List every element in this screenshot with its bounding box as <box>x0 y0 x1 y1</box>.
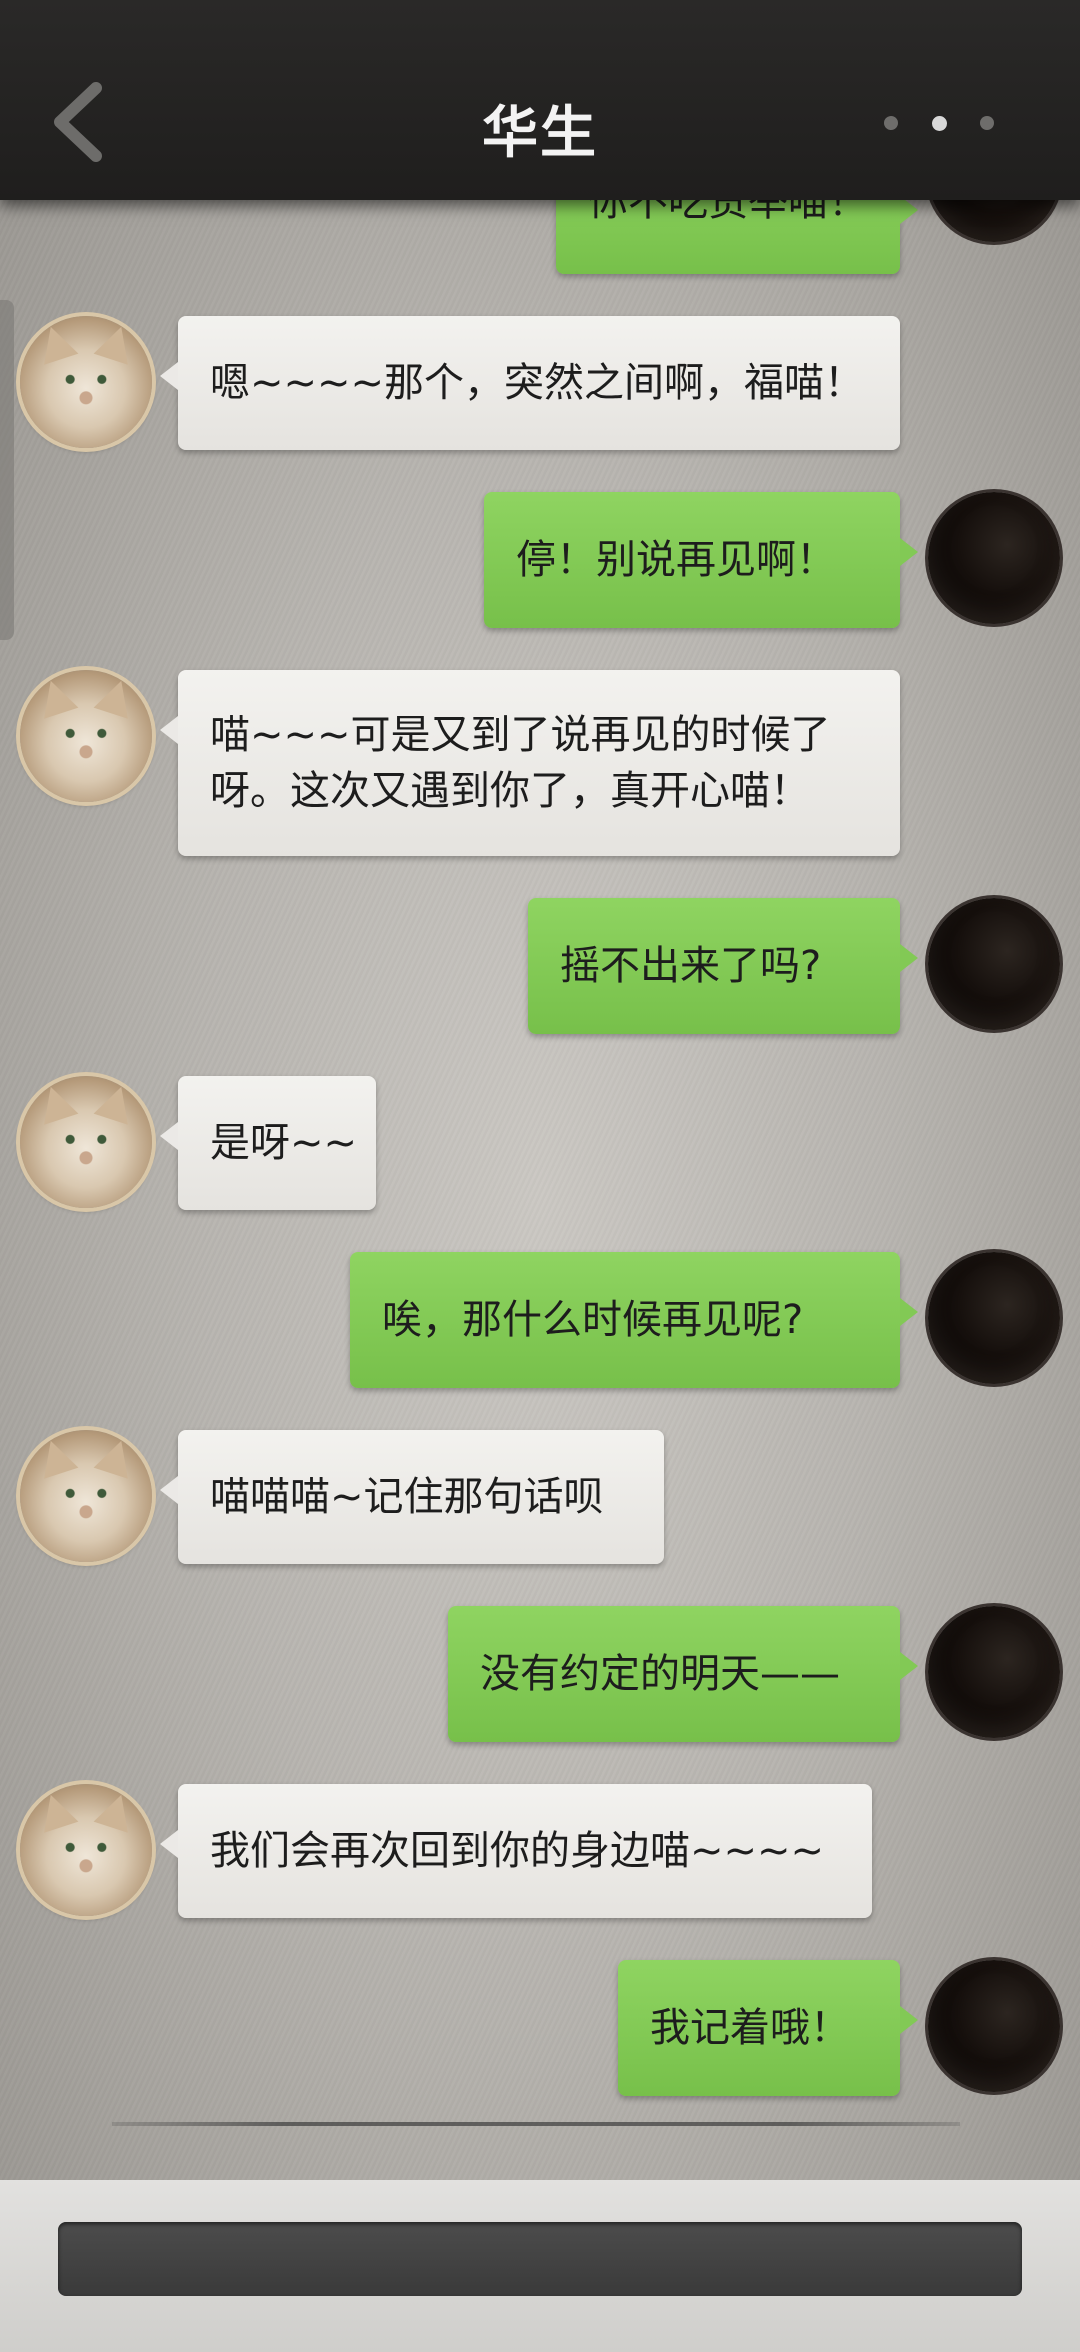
message-text: 我们会再次回到你的身边喵~~~~ <box>210 1828 825 1874</box>
incoming-message-bubble[interactable]: 是呀~~ <box>160 1076 376 1210</box>
my-avatar[interactable] <box>928 1606 1060 1738</box>
cat-avatar[interactable] <box>20 670 152 802</box>
outgoing-message-bubble[interactable]: 停！别说再见啊！ <box>484 492 918 628</box>
composer-bar <box>0 2180 1080 2352</box>
incoming-message-bubble[interactable]: 我们会再次回到你的身边喵~~~~ <box>160 1784 872 1918</box>
message-text: 喵~~~可是又到了说再见的时候了呀。这次又遇到你了，真开心喵！ <box>210 712 831 814</box>
outgoing-message-bubble[interactable]: 摇不出来了吗? <box>528 898 918 1034</box>
my-avatar[interactable] <box>928 1252 1060 1384</box>
my-avatar[interactable] <box>928 1960 1060 2092</box>
incoming-message-bubble[interactable]: 喵~~~可是又到了说再见的时候了呀。这次又遇到你了，真开心喵！ <box>160 670 900 856</box>
incoming-message-bubble[interactable]: 喵喵喵~记住那句话呗 <box>160 1430 664 1564</box>
my-avatar[interactable] <box>928 898 1060 1030</box>
message-text: 嗯~~~~那个，突然之间啊，福喵！ <box>210 360 865 406</box>
my-avatar[interactable] <box>928 492 1060 624</box>
top-navigation-bar: 华生 <box>0 0 1080 200</box>
outgoing-message-bubble[interactable]: 没有约定的明天—— <box>448 1606 918 1742</box>
more-horizontal-icon-dot <box>980 116 994 130</box>
more-options-button[interactable] <box>884 108 994 138</box>
message-text: 是呀~~ <box>210 1120 358 1166</box>
incoming-message-bubble[interactable]: 嗯~~~~那个，突然之间啊，福喵！ <box>160 316 900 450</box>
cat-avatar[interactable] <box>20 1430 152 1562</box>
chat-end-divider <box>112 2122 960 2126</box>
message-text: 没有约定的明天—— <box>480 1651 840 1697</box>
message-input[interactable] <box>58 2222 1022 2296</box>
message-text: 喵喵喵~记住那句话呗 <box>210 1474 604 1520</box>
message-text: 唉，那什么时候再见呢? <box>382 1297 804 1343</box>
message-text: 摇不出来了吗? <box>560 943 822 989</box>
more-horizontal-icon-dot <box>931 115 947 131</box>
more-horizontal-icon <box>884 116 898 130</box>
cat-avatar[interactable] <box>20 1784 152 1916</box>
outgoing-message-bubble[interactable]: 我记着哦！ <box>618 1960 918 2096</box>
cat-avatar[interactable] <box>20 1076 152 1208</box>
cat-avatar[interactable] <box>20 316 152 448</box>
message-text: 停！别说再见啊！ <box>516 537 836 583</box>
outgoing-message-bubble[interactable]: 唉，那什么时候再见呢? <box>350 1252 918 1388</box>
edge-handle <box>0 300 14 640</box>
message-text: 我记着哦！ <box>650 2005 850 2051</box>
